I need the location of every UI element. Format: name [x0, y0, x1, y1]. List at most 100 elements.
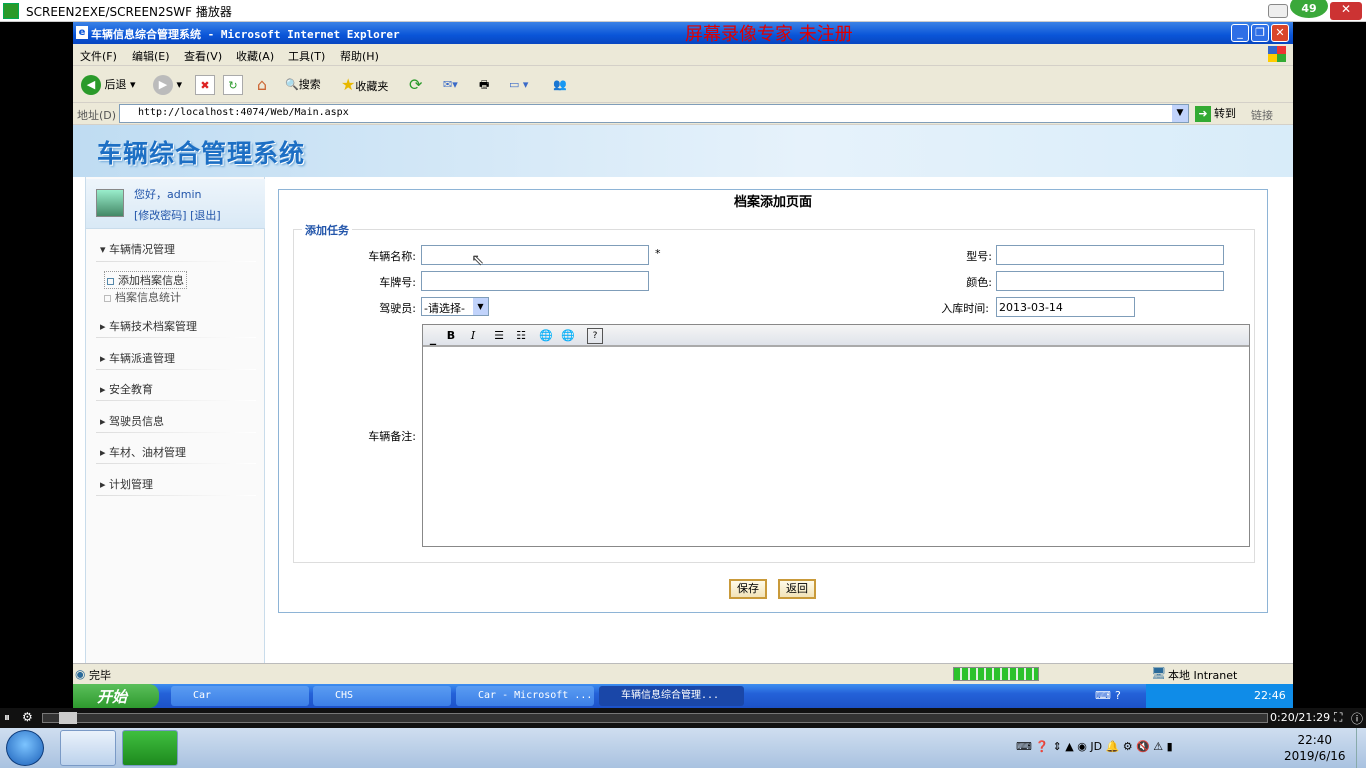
status-text: 完毕 [89, 669, 111, 682]
edit-icon[interactable]: ▭ ▾ [509, 75, 543, 95]
player-close-button[interactable]: ✕ [1330, 2, 1362, 20]
taskbar-item-vehicle-system[interactable]: 车辆信息综合管理... [599, 686, 744, 706]
menu-edit[interactable]: 编辑(E) [132, 48, 170, 64]
player-minimize-button[interactable] [1268, 4, 1288, 18]
help-icon[interactable]: ? [587, 328, 603, 344]
history-icon[interactable]: ⟳ [409, 75, 431, 95]
start-button[interactable]: 开始 [73, 684, 159, 708]
seek-handle[interactable] [59, 712, 77, 724]
nav-item-add-archive[interactable]: 添加档案信息 [104, 271, 187, 289]
taskbar-item-car-ie[interactable]: Car - Microsoft ... [456, 686, 594, 706]
mail-icon[interactable]: ✉▾ [443, 75, 469, 95]
model-input[interactable] [996, 245, 1224, 265]
nav-group-tech-archive[interactable]: ▸ 车辆技术档案管理 [100, 318, 197, 334]
form-fieldset: 添加任务 车辆名称: * ⇖ 型号: 车牌号: 颜色: 驾驶员: -请选择- ▼ [293, 222, 1255, 563]
user-greeting: 您好，admin [134, 188, 202, 201]
playback-time: 0:20/21:29 [1270, 711, 1331, 724]
pause-icon[interactable]: ⏸ [4, 710, 10, 725]
vehicle-name-input[interactable] [421, 245, 649, 265]
nav-group-drivers[interactable]: ▸ 驾驶员信息 [100, 413, 164, 429]
print-icon[interactable]: 🖶 [479, 75, 501, 95]
fullscreen-icon[interactable]: ⛶ [1334, 710, 1342, 725]
win7-clock[interactable]: 22:40 2019/6/16 [1284, 732, 1346, 764]
taskbar-item-chs[interactable]: CHS [313, 686, 451, 706]
address-url: http://localhost:4074/Web/Main.aspx [138, 107, 349, 118]
progress-bar [953, 667, 1039, 681]
ie-toolbar: ◀ 后退 ▾ ▶ ▾ ✖ ↻ ⌂ 🔍搜索 ★收藏夹 ⟳ ✉▾ 🖶 ▭ ▾ 👥 [73, 67, 1293, 103]
taskbar-item-car[interactable]: Car [171, 686, 309, 706]
bullet-list-icon[interactable]: ☷ [513, 328, 529, 344]
nav-group-dispatch[interactable]: ▸ 车辆派遣管理 [100, 350, 175, 366]
watermark: 屏幕录像专家 未注册 [685, 24, 853, 45]
collapse-toolbar-icon[interactable]: ▁ [425, 333, 441, 349]
required-mark: * [655, 247, 661, 260]
menu-tools[interactable]: 工具(T) [288, 48, 325, 64]
save-button[interactable]: 保存 [729, 579, 767, 599]
divider [96, 337, 256, 338]
ordered-list-icon[interactable]: ☰ [491, 328, 507, 344]
divider [96, 400, 256, 401]
tray-icons[interactable]: ⌨ ❓ ⇕ ▲ ◉ JD 🔔 ⚙ 🔇 ⚠ ▮ [1016, 740, 1173, 753]
settings-icon[interactable]: ⚙ [22, 710, 33, 724]
maximize-button[interactable]: ❐ [1251, 24, 1269, 42]
date-input[interactable]: 2013-03-14 [996, 297, 1135, 317]
refresh-icon[interactable]: ↻ [223, 75, 243, 95]
bullet-icon [107, 277, 114, 285]
status-bar: ◉ 完毕 🖥 本地 Intranet [73, 663, 1293, 684]
notes-editor[interactable]: ▁ B I ☰ ☷ 🌐 🌐 ? [422, 324, 1250, 547]
links-button[interactable]: 链接 [1251, 107, 1273, 123]
link-icon[interactable]: 🌐 [538, 328, 554, 344]
show-desktop-button[interactable] [1356, 728, 1366, 768]
unlink-icon[interactable]: 🌐 [560, 328, 576, 344]
keyboard-icon[interactable]: ⌨ [1095, 689, 1111, 702]
close-button[interactable]: ✕ [1271, 24, 1289, 42]
divider [96, 495, 256, 496]
back-arrow-icon: ◀ [81, 75, 101, 95]
help-tray-icon[interactable]: ? [1115, 689, 1121, 702]
menu-favorites[interactable]: 收藏(A) [236, 48, 274, 64]
site-banner: 车辆综合管理系统 [73, 125, 1293, 177]
address-input[interactable]: http://localhost:4074/Web/Main.aspx ▼ [119, 104, 1189, 123]
windows-start-icon[interactable] [6, 730, 44, 766]
home-icon[interactable]: ⌂ [251, 75, 273, 95]
messenger-icon[interactable]: 👥 [553, 75, 575, 95]
minimize-button[interactable]: _ [1231, 24, 1249, 42]
bold-icon[interactable]: B [443, 328, 459, 344]
return-button[interactable]: 返回 [778, 579, 816, 599]
explorer-folder-icon[interactable] [60, 730, 116, 766]
search-button[interactable]: 🔍搜索 [285, 75, 321, 95]
menu-bar: 文件(F) 编辑(E) 查看(V) 收藏(A) 工具(T) 帮助(H) [73, 44, 1293, 66]
player-controls: ⏸ ⚙ 0:20/21:29 ⛶ ⓘ [0, 708, 1366, 728]
address-dropdown-icon[interactable]: ▼ [1172, 105, 1188, 122]
nav-group-materials[interactable]: ▸ 车材、油材管理 [100, 444, 186, 460]
driver-select[interactable]: -请选择- ▼ [421, 297, 489, 316]
back-button[interactable]: ◀ 后退 ▾ [81, 75, 136, 95]
user-links[interactable]: [修改密码] [退出] [134, 207, 221, 223]
site-title: 车辆综合管理系统 [97, 139, 306, 168]
page-done-icon: ◉ [75, 667, 86, 681]
nav-group-planning[interactable]: ▸ 计划管理 [100, 476, 153, 492]
menu-file[interactable]: 文件(F) [80, 48, 117, 64]
xp-clock: 22:46 [1254, 689, 1286, 702]
fieldset-legend: 添加任务 [302, 222, 352, 238]
menu-view[interactable]: 查看(V) [184, 48, 222, 64]
screen-player-icon[interactable] [122, 730, 178, 766]
intranet-icon: 🖥 [1151, 666, 1167, 680]
seek-bar[interactable] [42, 713, 1268, 723]
nav-group-safety[interactable]: ▸ 安全教育 [100, 381, 153, 397]
nav-group-vehicle-status[interactable]: ▾ 车辆情况管理 [100, 241, 175, 257]
favorites-button[interactable]: ★收藏夹 [341, 75, 388, 95]
color-input[interactable] [996, 271, 1224, 291]
go-button[interactable]: ➜ 转到 [1195, 105, 1236, 122]
star-icon: ★ [341, 75, 356, 94]
plate-input[interactable] [421, 271, 649, 291]
address-bar: 地址(D) http://localhost:4074/Web/Main.asp… [73, 103, 1293, 125]
forward-button[interactable]: ▶ ▾ [153, 75, 182, 95]
stop-icon[interactable]: ✖ [195, 75, 215, 95]
italic-icon[interactable]: I [465, 328, 481, 344]
windows-logo-icon [1268, 46, 1286, 62]
info-icon[interactable]: ⓘ [1351, 710, 1363, 727]
menu-help[interactable]: 帮助(H) [340, 48, 379, 64]
nav-item-archive-stats[interactable]: 档案信息统计 [104, 289, 181, 305]
vehicle-name-label: 车辆名称: [368, 250, 416, 263]
